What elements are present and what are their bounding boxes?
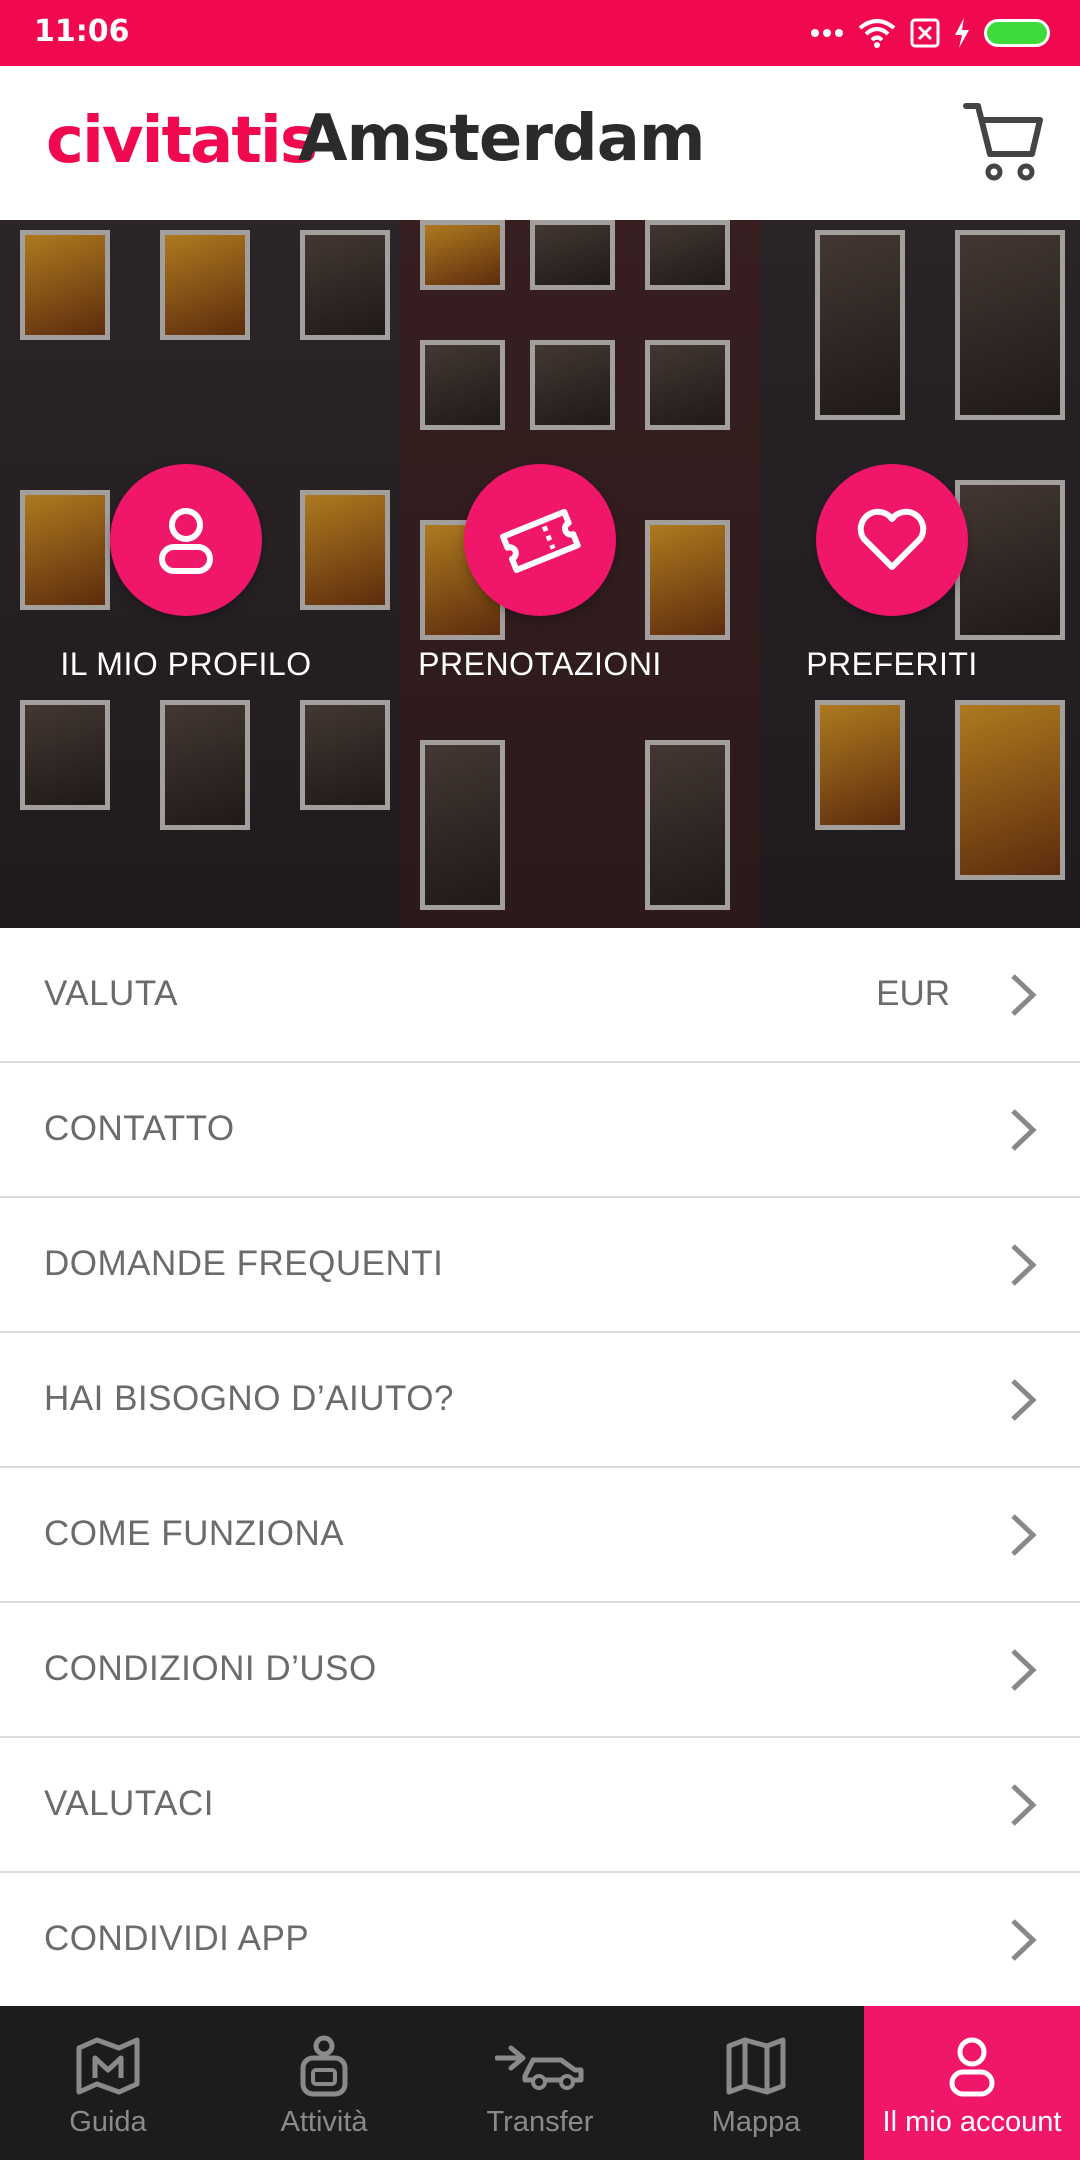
menu-item-label: VALUTACI (44, 1784, 214, 1823)
nav-item-map[interactable]: Mappa (648, 2006, 864, 2160)
nav-label: Mappa (711, 2106, 801, 2138)
quick-action-label: PREFERITI (806, 646, 978, 682)
activities-icon (300, 2035, 348, 2097)
status-bar: 11:06 (0, 0, 1080, 66)
chevron-right-icon (1011, 1109, 1037, 1151)
quick-action-favorites[interactable]: PREFERITI (742, 464, 1042, 683)
quick-action-bookings[interactable]: PRENOTAZIONI (390, 464, 690, 683)
menu-item-label: CONTATTO (44, 1109, 235, 1148)
quick-action-label: PRENOTAZIONI (418, 646, 662, 682)
nav-label: Transfer (486, 2106, 594, 2138)
user-icon (159, 508, 213, 574)
app-header: civitatis Amsterdam (0, 66, 1080, 220)
nav-label: Guida (69, 2106, 147, 2138)
menu-item-terms[interactable]: CONDIZIONI D’USO (0, 1603, 1080, 1738)
nav-label: Il mio account (882, 2106, 1062, 2138)
bottom-nav: Guida Attività Transfer Mappa Il mio acc… (0, 2006, 1080, 2160)
menu-item-rate-us[interactable]: VALUTACI (0, 1738, 1080, 1873)
nav-item-guide[interactable]: Guida (0, 2006, 216, 2160)
quick-action-profile[interactable]: IL MIO PROFILO (36, 464, 336, 683)
nav-item-transfer[interactable]: Transfer (432, 2006, 648, 2160)
nav-label: Attività (280, 2106, 368, 2138)
quick-action-label: IL MIO PROFILO (60, 646, 312, 682)
profile-button[interactable] (110, 464, 262, 616)
cart-icon[interactable] (962, 100, 1044, 184)
menu-item-help[interactable]: HAI BISOGNO D’AIUTO? (0, 1333, 1080, 1468)
menu-item-label: DOMANDE FREQUENTI (44, 1244, 444, 1283)
chevron-right-icon (1011, 974, 1037, 1016)
chevron-right-icon (1011, 1919, 1037, 1961)
account-menu: VALUTA EUR CONTATTO DOMANDE FREQUENTI HA… (0, 928, 1080, 2008)
guide-map-icon (76, 2037, 140, 2095)
brand-logo[interactable]: civitatis (46, 104, 318, 178)
battery-icon (984, 19, 1050, 47)
bookings-button[interactable] (464, 464, 616, 616)
ticket-icon (500, 508, 581, 573)
status-icons (810, 12, 1050, 54)
favorites-button[interactable] (816, 464, 968, 616)
menu-item-how-it-works[interactable]: COME FUNZIONA (0, 1468, 1080, 1603)
menu-item-contact[interactable]: CONTATTO (0, 1063, 1080, 1198)
menu-item-currency[interactable]: VALUTA EUR (0, 928, 1080, 1063)
nav-item-account[interactable]: Il mio account (864, 2006, 1080, 2160)
status-time: 11:06 (34, 14, 130, 49)
nav-item-activities[interactable]: Attività (216, 2006, 432, 2160)
chevron-right-icon (1011, 1784, 1037, 1826)
menu-item-label: HAI BISOGNO D’AIUTO? (44, 1379, 454, 1418)
city-title: Amsterdam (298, 102, 706, 176)
wifi-icon (858, 19, 896, 48)
menu-item-label: CONDIZIONI D’USO (44, 1649, 377, 1688)
menu-item-share-app[interactable]: CONDIVIDI APP (0, 1873, 1080, 2008)
menu-item-label: VALUTA (44, 974, 178, 1013)
charging-icon (955, 18, 969, 48)
chevron-right-icon (1011, 1514, 1037, 1556)
menu-item-label: COME FUNZIONA (44, 1514, 345, 1553)
chevron-right-icon (1011, 1649, 1037, 1691)
transfer-car-icon (495, 2045, 584, 2090)
sim-off-icon (910, 18, 940, 48)
heart-icon (857, 508, 927, 570)
hero-image: IL MIO PROFILO PRENOTAZIONI PREFERITI (0, 220, 1080, 928)
menu-item-label: CONDIVIDI APP (44, 1919, 310, 1958)
menu-item-faq[interactable]: DOMANDE FREQUENTI (0, 1198, 1080, 1333)
map-icon (726, 2037, 786, 2095)
chevron-right-icon (1011, 1379, 1037, 1421)
currency-value: EUR (876, 974, 950, 1013)
chevron-right-icon (1011, 1244, 1037, 1286)
account-icon (949, 2037, 995, 2097)
more-dots-icon (811, 29, 843, 37)
